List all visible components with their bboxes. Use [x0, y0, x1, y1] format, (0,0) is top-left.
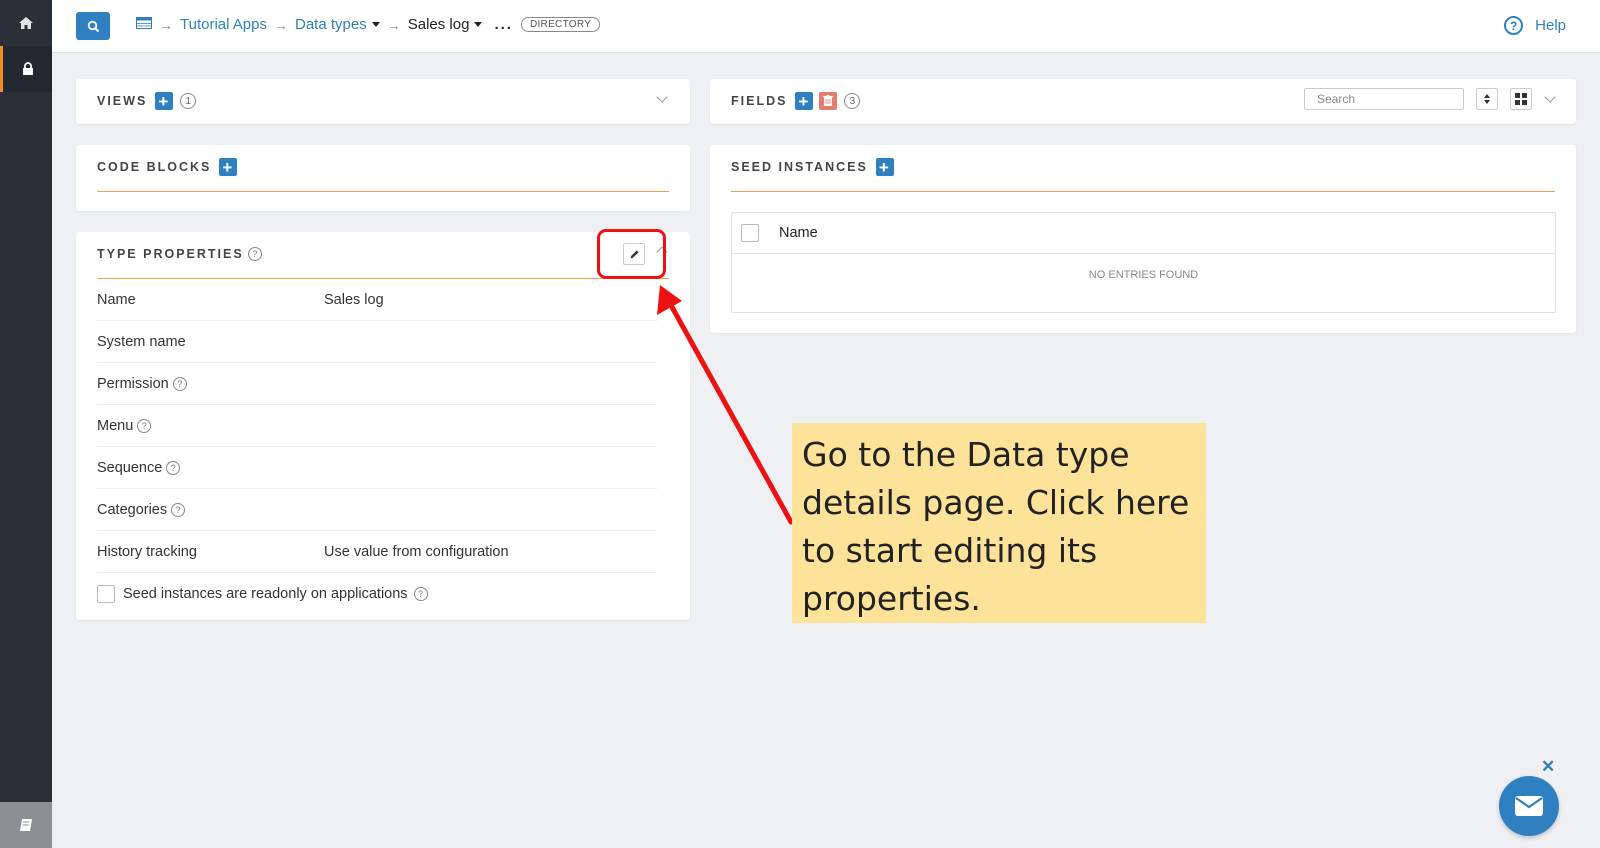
property-row-history-tracking: History tracking Use value from configur… [97, 531, 657, 573]
chat-button[interactable] [1499, 776, 1559, 836]
property-label-text: Menu [97, 417, 134, 434]
type-properties-title: TYPE PROPERTIES ? [97, 247, 262, 261]
views-title: VIEWS + 1 [97, 92, 197, 110]
sort-icon [1484, 94, 1490, 104]
code-blocks-title: CODE BLOCKS + [97, 158, 238, 176]
seed-readonly-checkbox[interactable] [97, 585, 115, 603]
seed-instances-table: Name NO ENTRIES FOUND [731, 212, 1556, 313]
help-icon: ? [1504, 16, 1524, 35]
property-label: History tracking [97, 543, 197, 560]
breadcrumb-arrow-icon: → [159, 16, 173, 33]
property-label: Categories ? [97, 502, 324, 518]
caret-down-icon[interactable] [371, 22, 380, 27]
fields-search-input[interactable] [1304, 88, 1464, 110]
seed-readonly-label: Seed instances are readonly on applicati… [123, 586, 408, 602]
property-row-categories: Categories ? [97, 489, 657, 531]
seed-instances-title: SEED INSTANCES + [731, 158, 894, 176]
property-label: Name [97, 291, 136, 308]
breadcrumb-arrow-icon: → [386, 16, 401, 33]
property-label: Permission ? [97, 376, 324, 392]
fields-title-text: FIELDS [731, 94, 788, 108]
help-link[interactable]: ? Help [1504, 16, 1566, 35]
views-panel: VIEWS + 1 [76, 79, 690, 124]
property-row-name: Name Sales log [97, 279, 657, 321]
sort-button[interactable] [1476, 88, 1498, 110]
search-button[interactable] [76, 12, 110, 40]
grid-view-button[interactable] [1510, 88, 1532, 110]
table-header: Name [732, 213, 1555, 254]
type-properties-panel: TYPE PROPERTIES ? Name Sales log System … [76, 232, 690, 620]
search-icon [87, 20, 99, 32]
property-row-sequence: Sequence ? [97, 447, 657, 489]
divider [97, 191, 669, 192]
seed-readonly-row: Seed instances are readonly on applicati… [97, 573, 657, 615]
grid-icon [1515, 93, 1527, 105]
annotation-callout: Go to the Data type details page. Click … [792, 423, 1206, 623]
table-icon[interactable] [136, 16, 152, 33]
sidebar [0, 0, 52, 848]
property-value: Use value from configuration [324, 543, 509, 560]
views-count-badge: 1 [180, 93, 197, 109]
help-label: Help [1535, 17, 1566, 34]
help-icon[interactable]: ? [413, 587, 428, 601]
breadcrumb-tutorial-apps[interactable]: Tutorial Apps [180, 16, 267, 33]
property-label-text: Permission [97, 375, 169, 392]
breadcrumb-arrow-icon: → [274, 16, 288, 33]
fields-panel: FIELDS + 3 [710, 79, 1576, 124]
select-all-checkbox[interactable] [741, 224, 759, 242]
add-code-block-button[interactable]: + [219, 158, 238, 176]
help-icon[interactable]: ? [137, 418, 152, 433]
property-label-text: Categories [97, 501, 168, 518]
chevron-down-icon[interactable] [656, 91, 668, 103]
empty-state-text: NO ENTRIES FOUND [1088, 269, 1199, 281]
help-icon[interactable]: ? [166, 460, 181, 475]
type-properties-title-text: TYPE PROPERTIES [97, 247, 244, 261]
add-seed-instance-button[interactable]: + [875, 158, 894, 176]
edit-button-highlight [597, 229, 666, 279]
seed-instances-panel: SEED INSTANCES + Name NO ENTRIES FOUND [710, 145, 1576, 333]
close-icon[interactable]: ✕ [1541, 758, 1555, 775]
breadcrumb-more[interactable]: ... [494, 16, 513, 33]
directory-badge: DIRECTORY [520, 17, 601, 32]
views-title-text: VIEWS [97, 94, 148, 108]
add-field-button[interactable]: + [795, 92, 814, 110]
envelope-icon [1515, 796, 1543, 816]
column-header-name[interactable]: Name [779, 225, 818, 241]
seed-instances-title-text: SEED INSTANCES [731, 160, 868, 174]
property-label: Menu ? [97, 418, 324, 434]
top-bar: → Tutorial Apps → Data types → Sales log… [52, 0, 1600, 53]
trash-icon [823, 95, 834, 106]
breadcrumb: → Tutorial Apps → Data types → Sales log… [136, 16, 601, 33]
divider [731, 191, 1555, 192]
property-row-permission: Permission ? [97, 363, 657, 405]
help-icon[interactable]: ? [172, 376, 187, 391]
add-view-button[interactable]: + [155, 92, 174, 110]
fields-count-badge: 3 [844, 93, 861, 109]
property-label: Sequence ? [97, 460, 324, 476]
property-row-menu: Menu ? [97, 405, 657, 447]
caret-down-icon[interactable] [474, 22, 483, 27]
help-icon[interactable]: ? [171, 502, 186, 517]
breadcrumb-data-types[interactable]: Data types [295, 16, 367, 33]
property-row-system-name: System name [97, 321, 657, 363]
chevron-down-icon[interactable] [1544, 91, 1556, 103]
lock-icon[interactable] [0, 46, 52, 92]
property-label: System name [97, 333, 186, 350]
code-blocks-panel: CODE BLOCKS + [76, 145, 690, 211]
fields-title: FIELDS + 3 [731, 92, 861, 110]
book-icon[interactable] [0, 802, 52, 848]
help-icon[interactable]: ? [247, 247, 262, 261]
code-blocks-title-text: CODE BLOCKS [97, 160, 212, 174]
property-label-text: Sequence [97, 459, 163, 476]
delete-field-button[interactable] [819, 92, 838, 110]
home-icon[interactable] [0, 0, 52, 46]
property-value: Sales log [324, 291, 384, 308]
breadcrumb-sales-log[interactable]: Sales log [408, 16, 470, 33]
